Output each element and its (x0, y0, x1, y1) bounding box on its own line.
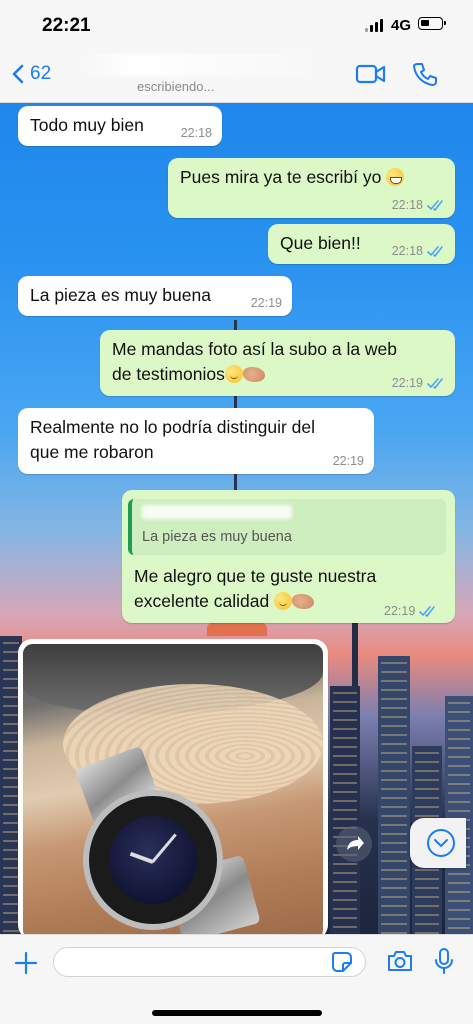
back-button[interactable]: 62 (12, 63, 51, 85)
message-outgoing[interactable]: Me mandas foto así la subo a la web de t… (100, 330, 455, 396)
quoted-text: La pieza es muy buena (142, 529, 292, 545)
message-input-bar (0, 934, 473, 1024)
message-incoming[interactable]: Realmente no lo podría distinguir del qu… (18, 408, 374, 474)
slightly-smiling-face-icon (224, 365, 243, 383)
chat-screen: 22:21 4G 62 escribiendo... Todo muy bien… (0, 0, 473, 1024)
message-outgoing[interactable]: Que bien!! 22:18 (268, 224, 455, 264)
message-time: 22:19 (384, 604, 416, 618)
read-receipt-icon (419, 605, 436, 617)
message-text: que me robaron (30, 442, 154, 462)
wallpaper-building (330, 686, 360, 936)
home-indicator (152, 1010, 322, 1016)
message-meta: 22:18 (392, 244, 445, 258)
read-receipt-icon (427, 199, 443, 211)
message-text: La pieza es muy buena (30, 285, 211, 305)
message-time: 22:18 (180, 126, 212, 140)
message-incoming-image[interactable] (18, 639, 328, 939)
message-meta: 22:19 (392, 376, 445, 390)
quoted-author-redacted (142, 505, 292, 519)
read-receipt-icon (427, 245, 443, 257)
share-arrow-icon (347, 836, 364, 850)
message-text: Que bien!! (280, 233, 361, 253)
grinning-face-icon (386, 168, 405, 186)
message-incoming[interactable]: Todo muy bien 22:18 (18, 106, 222, 146)
message-time: 22:19 (391, 376, 423, 390)
status-time: 22:21 (42, 15, 91, 36)
handshake-icon (242, 367, 265, 382)
read-receipt-icon (427, 377, 443, 389)
message-incoming[interactable]: La pieza es muy buena 22:19 (18, 276, 292, 316)
message-meta: 22:19 (333, 454, 364, 468)
handshake-icon (292, 594, 315, 609)
chat-header: 62 escribiendo... (0, 50, 473, 103)
status-bar: 22:21 4G (0, 0, 473, 50)
slightly-smiling-face-icon (274, 592, 293, 610)
microphone-icon[interactable] (434, 947, 454, 975)
video-call-button[interactable] (355, 62, 387, 86)
typing-status: escribiendo... (137, 79, 215, 94)
reply-text-block: Me alegro que te guste nuestra excelente… (134, 564, 376, 614)
message-meta: 22:19 (384, 604, 437, 618)
message-time: 22:19 (332, 454, 364, 468)
message-outgoing[interactable]: Pues mira ya te escribí yo 22:18 (168, 158, 455, 218)
message-time: 22:18 (391, 198, 423, 212)
message-text: Me alegro que te guste nuestra (134, 566, 377, 586)
message-text: excelente calidad (134, 591, 270, 611)
scroll-to-bottom-button[interactable] (410, 818, 466, 868)
battery-icon (418, 17, 446, 30)
message-time: 22:18 (391, 244, 423, 258)
message-meta: 22:18 (181, 126, 212, 140)
contact-name-redacted[interactable] (84, 54, 324, 76)
message-text: Me mandas foto así la subo a la web (112, 339, 398, 359)
sticker-icon[interactable] (331, 951, 353, 973)
message-input[interactable] (53, 947, 366, 977)
unread-count: 62 (30, 63, 52, 84)
message-meta: 22:18 (392, 198, 445, 212)
chevron-down-circle-icon (427, 829, 455, 857)
voice-call-button[interactable] (412, 61, 438, 87)
wallpaper-building (378, 656, 410, 936)
cellular-signal-icon (365, 19, 385, 32)
message-time: 22:19 (250, 296, 282, 310)
message-text: Todo muy bien (30, 115, 144, 135)
watch-case (83, 790, 223, 930)
quoted-message[interactable]: La pieza es muy buena (128, 499, 446, 555)
wristwatch-photo[interactable] (23, 644, 323, 939)
forward-button[interactable] (336, 826, 372, 862)
message-meta: 22:19 (251, 296, 282, 310)
wallpaper-building (445, 696, 473, 936)
wallpaper-sun (207, 622, 267, 636)
network-type: 4G (391, 17, 412, 34)
message-text: Realmente no lo podría distinguir del (30, 417, 316, 437)
chevron-left-icon (12, 64, 24, 84)
message-text: Pues mira ya te escribí yo (180, 167, 382, 187)
plus-icon[interactable] (14, 951, 38, 975)
watch-dial (109, 816, 197, 904)
message-text: de testimonios (112, 364, 225, 384)
camera-icon[interactable] (386, 949, 414, 973)
